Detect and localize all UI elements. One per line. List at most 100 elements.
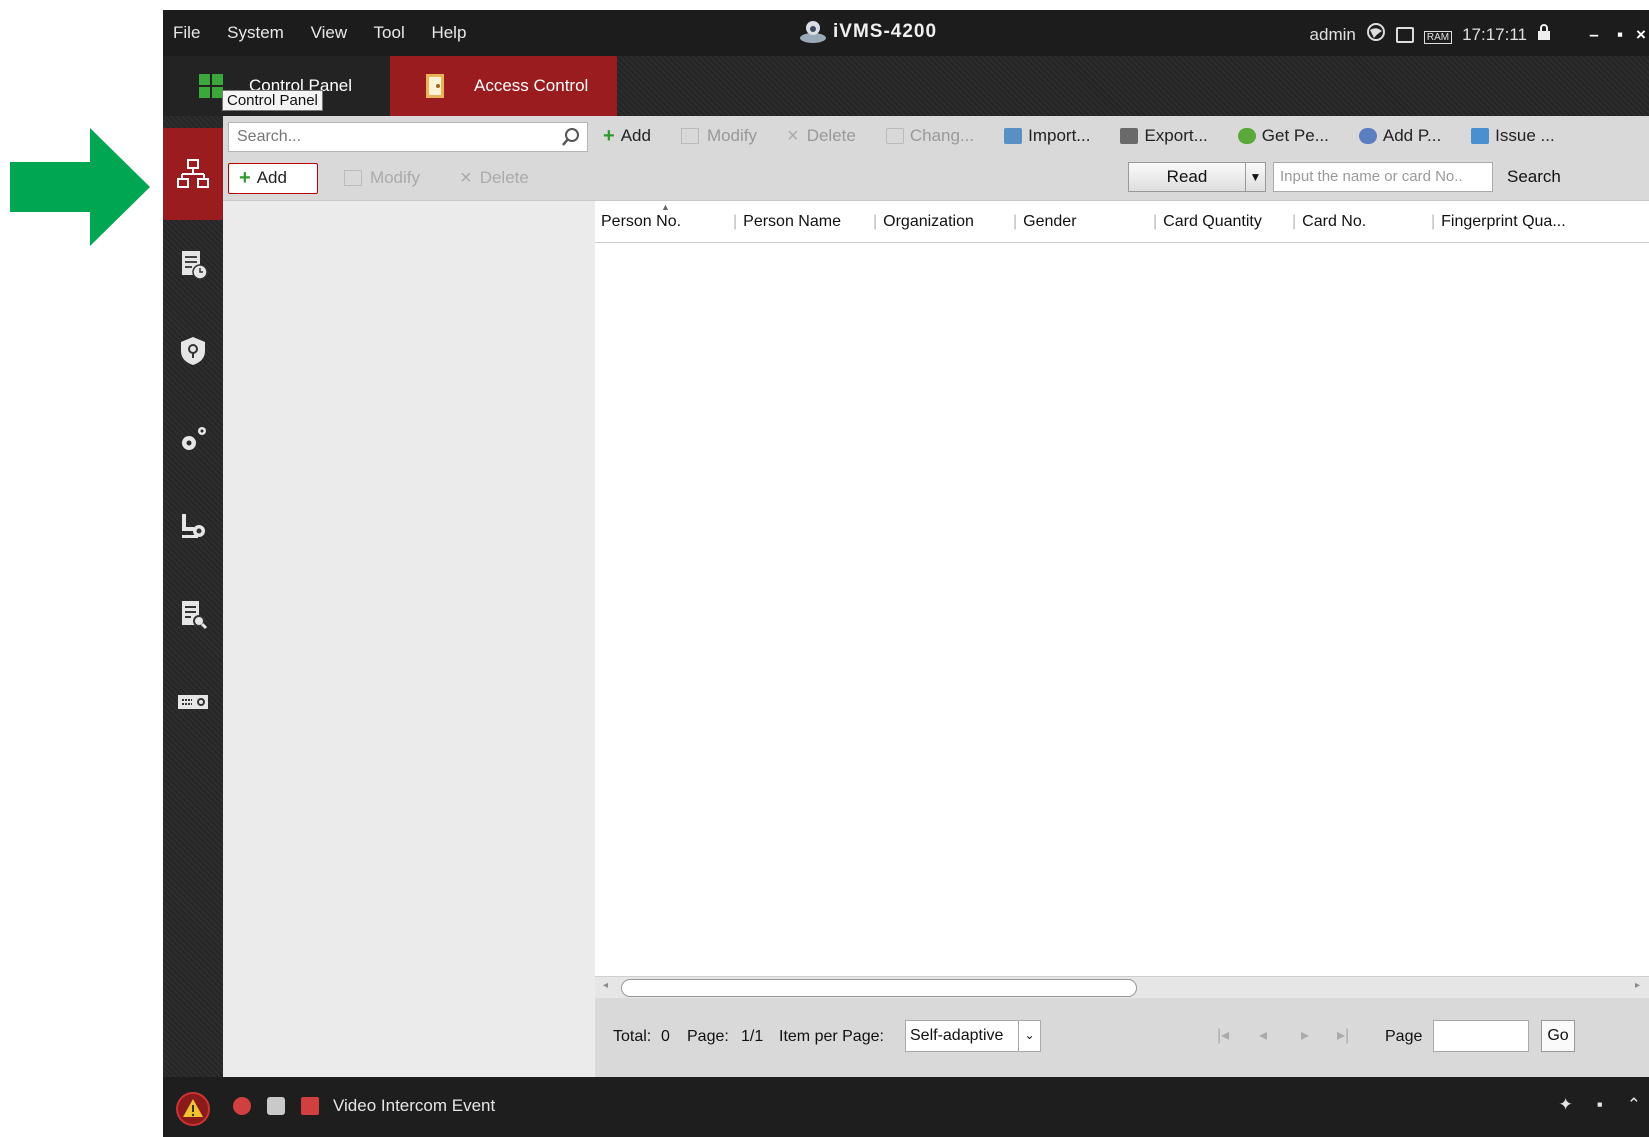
column-card-no[interactable]: | Card No. (1292, 213, 1366, 231)
left-navigation (163, 116, 223, 1077)
menu-tool[interactable]: Tool (374, 23, 405, 42)
issue-card-button[interactable]: Issue ... (1471, 126, 1555, 146)
search-icon[interactable] (560, 126, 582, 148)
export-button[interactable]: Export... (1120, 126, 1208, 146)
nav-person-management[interactable] (163, 128, 223, 220)
add-person-label: Add (620, 126, 651, 145)
goto-page-input[interactable] (1433, 1020, 1529, 1052)
name-card-search-input[interactable]: Input the name or card No.. (1273, 162, 1493, 192)
modify-organization-button[interactable]: Modify (343, 168, 420, 188)
nav-device-management[interactable] (163, 662, 223, 742)
menu-system[interactable]: System (227, 23, 284, 42)
change-organization-button[interactable]: Chang... (885, 126, 975, 146)
search-records-icon (182, 601, 208, 630)
modify-person-label: Modify (706, 126, 758, 145)
get-person-button[interactable]: Get Pe... (1237, 126, 1329, 146)
items-per-page-value: Self-adaptive (910, 1027, 1004, 1044)
settings-icon (182, 427, 206, 450)
menu-view[interactable]: View (311, 23, 348, 42)
column-person-name[interactable]: | Person Name (733, 213, 841, 231)
person-alarm-icon[interactable] (233, 1097, 251, 1115)
ram-label: RAM (1423, 30, 1453, 44)
chevron-down-icon[interactable]: ⌄ (1018, 1021, 1040, 1051)
chevron-down-icon[interactable]: ▼ (1245, 163, 1265, 191)
organization-search-input[interactable]: Search... (228, 122, 588, 152)
control-panel-icon (199, 74, 223, 98)
change-icon (885, 128, 904, 144)
items-per-page-select[interactable]: Self-adaptive ⌄ (905, 1020, 1041, 1052)
tab-access-control[interactable]: Access Control (390, 56, 617, 116)
issue-card-label: Issue ... (1495, 126, 1555, 145)
goto-page-label: Page (1385, 1028, 1423, 1045)
globe-icon[interactable] (1366, 22, 1386, 47)
scroll-left-icon[interactable]: ◂ (603, 980, 608, 991)
video-intercom-event-label[interactable]: Video Intercom Event (333, 1096, 495, 1116)
ram-icon[interactable]: RAM (1423, 25, 1453, 45)
pin-icon[interactable]: ✦ (1558, 1095, 1572, 1115)
screenshot-stage: File System View Tool Help iVMS-4200 adm… (0, 0, 1649, 1137)
delete-organization-button[interactable]: × Delete (460, 167, 529, 190)
total-label: Total: (613, 1028, 652, 1045)
user-name: admin (1309, 24, 1356, 44)
minimize-button[interactable]: – (1581, 24, 1607, 46)
close-button[interactable]: × (1633, 24, 1649, 46)
column-organization[interactable]: | Organization (873, 213, 974, 231)
person-table: ▲ Person No. | Person Name | Organization … (595, 200, 1649, 976)
column-card-quantity[interactable]: | Card Quantity (1153, 213, 1262, 231)
scroll-right-icon[interactable]: ▸ (1635, 980, 1640, 991)
items-per-page-label: Item per Page: (779, 1028, 884, 1045)
plus-icon: + (603, 124, 615, 147)
lock-icon[interactable] (1537, 24, 1551, 45)
menu-file[interactable]: File (173, 23, 200, 42)
import-label: Import... (1028, 126, 1091, 145)
search-person-button[interactable]: Search (1507, 167, 1561, 187)
app-window: File System View Tool Help iVMS-4200 adm… (163, 10, 1649, 1137)
nav-video-intercom[interactable] (163, 486, 223, 566)
expand-up-icon[interactable]: ⌃ (1627, 1095, 1641, 1115)
speaker-icon[interactable] (301, 1097, 319, 1115)
alarm-icon[interactable] (175, 1091, 211, 1127)
nav-access-permission[interactable] (163, 311, 223, 391)
add-person-batch-button[interactable]: Add P... (1358, 126, 1442, 146)
column-fingerprint-quantity[interactable]: | Fingerprint Qua... (1431, 213, 1566, 231)
total-count: 0 (661, 1028, 670, 1045)
cpu-icon[interactable] (1395, 26, 1414, 43)
menu-help[interactable]: Help (431, 23, 466, 42)
go-button[interactable]: Go (1541, 1020, 1575, 1052)
scrollbar-thumb[interactable] (621, 979, 1137, 997)
read-label: Read (1166, 167, 1208, 186)
horizontal-scrollbar[interactable]: ◂ ▸ (595, 976, 1649, 998)
maximize-button[interactable]: ▪ (1607, 24, 1633, 46)
event-image-icon[interactable] (267, 1097, 285, 1115)
column-gender[interactable]: | Gender (1013, 213, 1077, 231)
organization-tree[interactable] (223, 200, 595, 1077)
column-person-no[interactable]: Person No. (601, 213, 681, 231)
previous-page-icon[interactable]: ◂ (1259, 1025, 1267, 1045)
change-organization-label: Chang... (909, 126, 975, 145)
read-card-dropdown[interactable]: Read ▼ (1128, 162, 1266, 192)
edit-icon (343, 170, 362, 186)
nav-schedule[interactable] (163, 224, 223, 304)
add-people-icon (1358, 128, 1377, 144)
add-person-batch-label: Add P... (1382, 126, 1442, 145)
delete-person-button[interactable]: × Delete (787, 125, 856, 148)
add-person-button[interactable]: + Add (603, 125, 651, 148)
title-bar: File System View Tool Help iVMS-4200 adm… (163, 10, 1649, 56)
window-icon[interactable]: ▪ (1597, 1095, 1603, 1115)
person-management-icon (177, 159, 209, 188)
tooltip-control-panel: Control Panel (222, 90, 323, 111)
add-organization-button[interactable]: + Add (228, 162, 318, 194)
delete-icon: × (460, 166, 472, 189)
nav-advanced-settings[interactable] (163, 399, 223, 479)
nav-search-records[interactable] (163, 574, 223, 654)
import-icon (1004, 128, 1023, 144)
export-label: Export... (1144, 126, 1208, 145)
modify-person-button[interactable]: Modify (680, 126, 758, 146)
person-toolbar: + Add Modify × Delete Chang... Import...… (595, 116, 1649, 156)
delete-icon: × (787, 124, 799, 147)
next-page-icon[interactable]: ▸ (1301, 1025, 1309, 1045)
import-button[interactable]: Import... (1004, 126, 1090, 146)
module-tab-bar: Control Panel Access Control Control Pan… (163, 56, 1649, 116)
first-page-icon[interactable]: |◂ (1217, 1025, 1229, 1045)
last-page-icon[interactable]: ▸| (1337, 1025, 1349, 1045)
